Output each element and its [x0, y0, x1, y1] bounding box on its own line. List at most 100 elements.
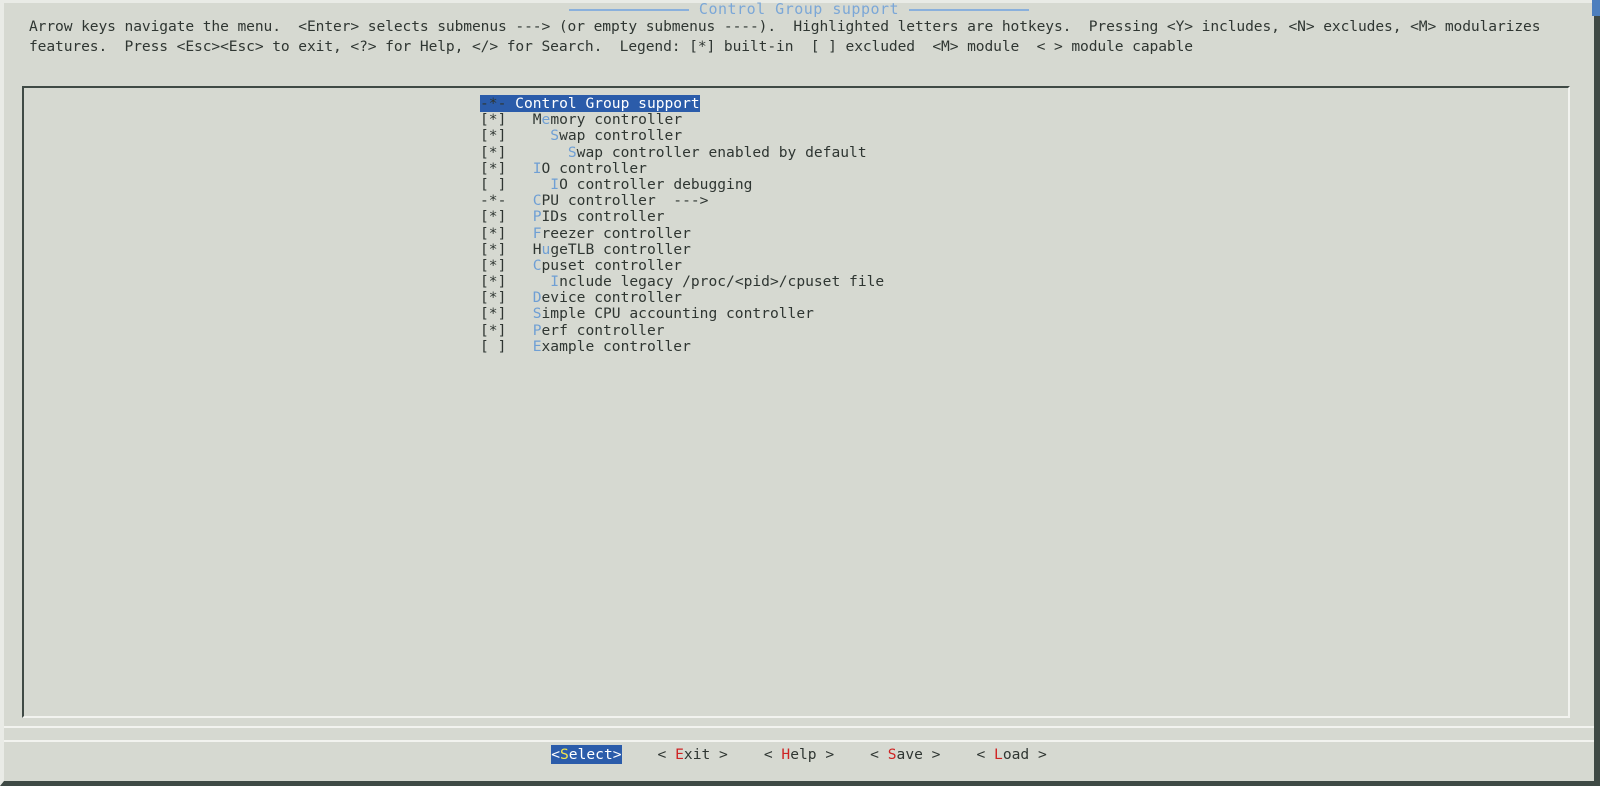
menu-item-label: erf controller [542, 322, 665, 339]
menu-item-content: [*] Device controller [480, 289, 682, 306]
menu-item-label: wap controller enabled by default [577, 144, 867, 161]
menu-item[interactable]: [*] Cpuset controller [24, 258, 1568, 274]
menu-item-hotkey: E [533, 338, 542, 355]
help-legend-text: Arrow keys navigate the menu. <Enter> se… [29, 17, 1576, 57]
menu-item-label: mory controller [550, 111, 682, 128]
menu-item-state: -*- [480, 95, 515, 112]
help-line-1: Arrow keys navigate the menu. <Enter> se… [29, 18, 1540, 35]
button-bracket-close: > [923, 746, 941, 763]
menu-item-hotkey: D [533, 289, 542, 306]
button-hotkey: S [888, 746, 897, 763]
menu-item-hotkey: I [550, 176, 559, 193]
button-bar[interactable]: <Select>< Exit >< Help >< Save >< Load > [4, 743, 1594, 765]
menu-item-content: [*] HugeTLB controller [480, 241, 691, 258]
menu-item[interactable]: [*] Memory controller [24, 112, 1568, 128]
button-bracket-close: > [817, 746, 835, 763]
menu-item-label-pre: M [533, 111, 542, 128]
window-title-bar: Control Group support [4, 1, 1594, 18]
menu-item-hotkey: P [533, 322, 542, 339]
menu-item-label: O controller [542, 160, 647, 177]
menu-item-label: nclude legacy /proc/<pid>/cpuset file [559, 273, 884, 290]
menu-item[interactable]: [*] PIDs controller [24, 209, 1568, 225]
menu-item-state: [*] [480, 241, 533, 258]
menu-item-label: xample controller [542, 338, 691, 355]
exit-button[interactable]: < Exit > [658, 745, 728, 764]
menu-item-label: O controller debugging [559, 176, 752, 193]
load-button[interactable]: < Load > [976, 745, 1046, 764]
button-label: elect [569, 746, 613, 763]
help-button[interactable]: < Help > [764, 745, 834, 764]
menu-item-label: evice controller [542, 289, 683, 306]
menu-item-state: [*] [480, 208, 533, 225]
menu-item-content: [ ] Example controller [480, 338, 691, 355]
menu-item[interactable]: -*- CPU controller ---> [24, 193, 1568, 209]
menu-item-hotkey: e [542, 111, 551, 128]
button-bracket-close: > [1029, 746, 1047, 763]
menu-item[interactable]: [*] Freezer controller [24, 226, 1568, 242]
menu-item[interactable]: [*] Swap controller [24, 128, 1568, 144]
title-rule-right [909, 9, 1029, 11]
button-bracket-open: < [658, 746, 676, 763]
menu-item[interactable]: [*] Perf controller [24, 323, 1568, 339]
button-label: elp [790, 746, 816, 763]
menu-item-hotkey: C [533, 192, 542, 209]
menu-item[interactable]: [*] Device controller [24, 290, 1568, 306]
menu-item-hotkey: S [568, 144, 577, 161]
menu-item-state: [*] [480, 289, 533, 306]
menu-item-label: IDs controller [542, 208, 665, 225]
button-bracket-open: < [870, 746, 888, 763]
menu-item-content: [*] Cpuset controller [480, 257, 682, 274]
button-hotkey: H [781, 746, 790, 763]
menu-list[interactable]: -*- Control Group support[*] Memory cont… [24, 88, 1568, 716]
menu-item-hotkey: F [533, 225, 542, 242]
menu-item-content: [*] Memory controller [480, 111, 682, 128]
menu-item-content: [*] IO controller [480, 160, 647, 177]
menu-item-state: [*] [480, 160, 533, 177]
title-rule-left [569, 9, 689, 11]
separator-upper [4, 726, 1594, 728]
menu-item-content: [*] Swap controller [480, 127, 682, 144]
menu-item-state: [ ] [480, 338, 533, 355]
help-line-2: features. Press <Esc><Esc> to exit, <?> … [29, 38, 1193, 55]
menu-item-state: [*] [480, 111, 533, 128]
menu-item-hotkey: S [533, 305, 542, 322]
menu-item-label: imple CPU accounting controller [542, 305, 814, 322]
menu-item[interactable]: [*] Simple CPU accounting controller [24, 306, 1568, 322]
menu-item-hotkey: P [533, 208, 542, 225]
menu-item-content: -*- CPU controller ---> [480, 192, 708, 209]
button-bracket-close: > [710, 746, 728, 763]
menu-item-hotkey: C [533, 257, 542, 274]
menu-item-content: [*] Freezer controller [480, 225, 691, 242]
menu-item-content: [*] Swap controller enabled by default [480, 144, 867, 161]
button-hotkey: E [675, 746, 684, 763]
button-bracket-close: > [613, 746, 622, 763]
menuconfig-window: Control Group support Arrow keys navigat… [0, 0, 1600, 786]
menu-item-state: [*] [480, 257, 533, 274]
menu-item[interactable]: -*- Control Group support [24, 96, 1568, 112]
button-hotkey: S [560, 746, 569, 763]
button-bracket-open: < [764, 746, 782, 763]
menu-item[interactable]: [*] IO controller [24, 161, 1568, 177]
menu-item-label-pre: H [533, 241, 542, 258]
menu-item[interactable]: [*] HugeTLB controller [24, 242, 1568, 258]
menu-item-hotkey: I [533, 160, 542, 177]
menu-list-box: -*- Control Group support[*] Memory cont… [22, 86, 1570, 718]
menu-item-state: -*- [480, 192, 533, 209]
button-bracket-open: < [976, 746, 994, 763]
select-button[interactable]: <Select> [551, 745, 621, 764]
menu-item[interactable]: [ ] IO controller debugging [24, 177, 1568, 193]
button-label: oad [1003, 746, 1029, 763]
button-bracket-open: < [551, 746, 560, 763]
menu-item-hotkey: S [550, 127, 559, 144]
menu-item[interactable]: [*] Swap controller enabled by default [24, 145, 1568, 161]
page-title: Control Group support [699, 1, 899, 18]
menu-item-content: [*] Simple CPU accounting controller [480, 305, 814, 322]
menu-item-label: Control Group support [515, 95, 700, 112]
menu-item[interactable]: [ ] Example controller [24, 339, 1568, 355]
menu-item-state: [*] [480, 144, 568, 161]
menu-item-content: [ ] IO controller debugging [480, 176, 752, 193]
menu-item-state: [*] [480, 127, 550, 144]
menu-item-state: [*] [480, 225, 533, 242]
save-button[interactable]: < Save > [870, 745, 940, 764]
menu-item[interactable]: [*] Include legacy /proc/<pid>/cpuset fi… [24, 274, 1568, 290]
